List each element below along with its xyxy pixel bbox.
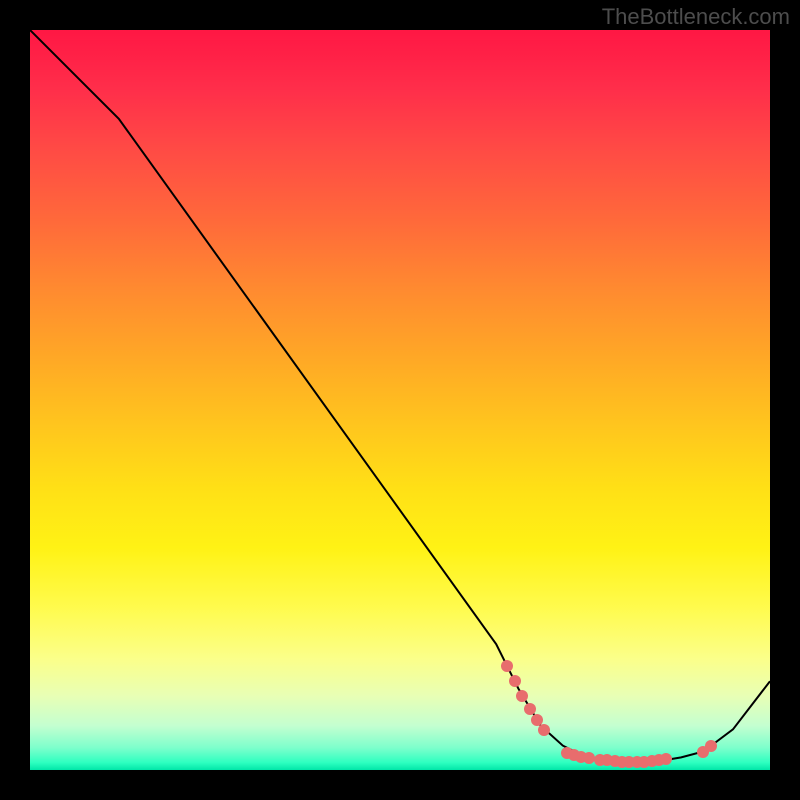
data-dot (538, 724, 550, 736)
data-dots-layer (30, 30, 770, 770)
data-dot (705, 740, 717, 752)
plot-area (30, 30, 770, 770)
data-dot (516, 690, 528, 702)
data-dot (501, 660, 513, 672)
data-dot (660, 753, 672, 765)
data-dot (524, 703, 536, 715)
data-dot (509, 675, 521, 687)
attribution-text: TheBottleneck.com (602, 4, 790, 30)
